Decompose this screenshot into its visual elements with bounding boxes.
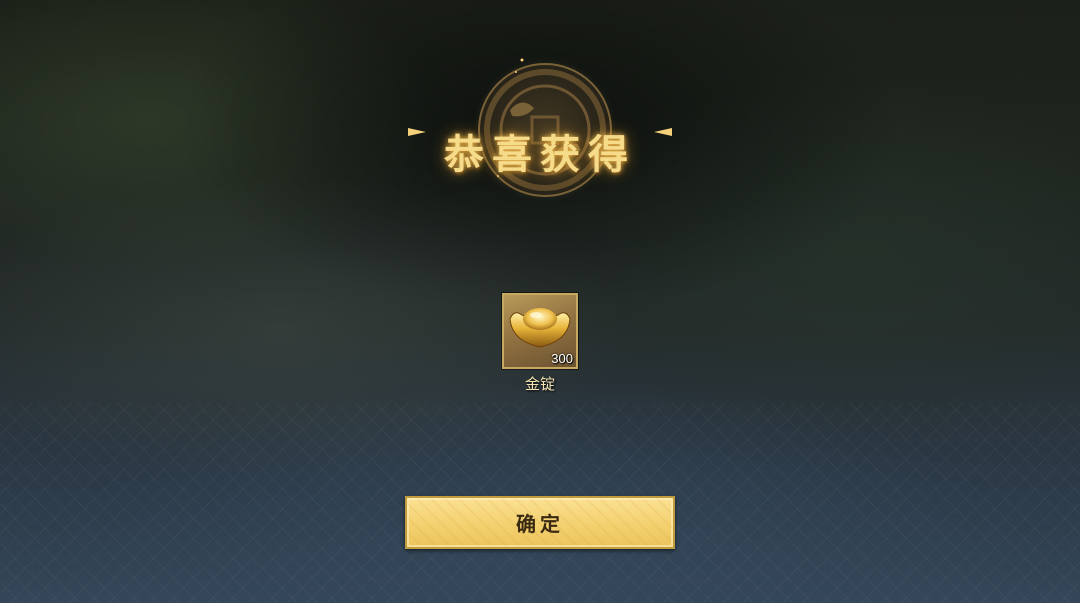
reward-screen: 恭喜获得 300 金锭 确定 (0, 0, 1080, 603)
confirm-button-label: 确定 (516, 512, 564, 536)
reward-count: 300 (551, 351, 573, 366)
confirm-button[interactable]: 确定 (405, 496, 675, 549)
reward-item-name: 金锭 (524, 375, 555, 393)
reward-item-slot[interactable]: 300 (502, 293, 578, 369)
title-banner: 恭喜获得 (240, 50, 840, 220)
gold-ingot-icon (509, 308, 571, 348)
dialog-title: 恭喜获得 (444, 131, 636, 178)
